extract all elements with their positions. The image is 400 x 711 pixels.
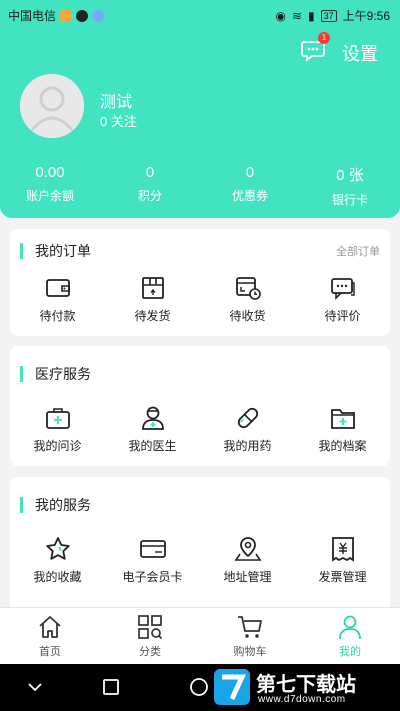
vip-card-icon (139, 540, 166, 558)
chevron-down-icon[interactable] (24, 676, 46, 698)
order-label: 待评价 (324, 309, 361, 323)
service-vip-card[interactable]: 电子会员卡 (105, 535, 200, 595)
pill-icon (237, 407, 258, 429)
watermark-url: www.d7down.com (258, 694, 346, 705)
tab-cart[interactable]: 购物车 (200, 608, 300, 664)
services-title: 我的服务 (35, 497, 91, 513)
orders-card: 我的订单 全部订单 待付款 待发货 待收货 待评价 (10, 229, 390, 336)
map-pin-icon (234, 537, 261, 561)
status-bar: 中国电信 ◉ ≋ ▮ 37 上午9:56 (0, 0, 400, 28)
stat-label: 账户余额 (25, 189, 74, 203)
medical-label: 我的用药 (223, 439, 272, 453)
stat-value: 0 张 (336, 167, 364, 184)
stat-value: 0 (145, 164, 155, 181)
message-badge: 1 (318, 32, 330, 44)
bottom-tab-bar: 首页 分类 购物车 我的 (0, 607, 400, 664)
account-stats: 0.00 账户余额 0 积分 0 优惠券 0 张 银行卡 (0, 164, 400, 208)
order-pending-shipment[interactable]: 待发货 (105, 274, 200, 334)
stat-label: 积分 (137, 189, 162, 203)
comment-icon (330, 278, 355, 300)
home-circle-icon[interactable] (188, 676, 210, 698)
recents-icon[interactable] (100, 676, 122, 698)
eye-icon: ◉ (275, 8, 286, 23)
title-accent-bar (20, 497, 23, 513)
service-my-favorites[interactable]: 我的收藏 (10, 535, 105, 595)
medical-my-doctor[interactable]: 我的医生 (105, 404, 200, 464)
title-accent-bar (20, 366, 23, 382)
tab-home[interactable]: 首页 (0, 608, 100, 664)
medical-my-records[interactable]: 我的档案 (295, 404, 390, 464)
wifi-icon: ≋ (291, 8, 303, 23)
carrier-label: 中国电信 (8, 9, 57, 23)
service-label: 我的收藏 (33, 570, 82, 584)
medical-label: 我的医生 (128, 439, 177, 453)
all-orders-link[interactable]: 全部订单 (336, 243, 380, 259)
tab-label: 我的 (339, 646, 361, 658)
service-invoice-management[interactable]: 发票管理 (295, 535, 390, 595)
tab-label: 分类 (139, 646, 161, 658)
stat-label: 银行卡 (331, 193, 368, 207)
watermark-name: 第七下载站 (256, 674, 356, 696)
tab-label: 购物车 (233, 646, 267, 658)
app-notification-icon (60, 9, 73, 22)
home-icon (39, 616, 61, 638)
username[interactable]: 测试 (100, 88, 132, 112)
package-icon (141, 277, 164, 299)
follow-count[interactable]: 0 关注 (100, 111, 137, 130)
order-pending-payment[interactable]: 待付款 (10, 274, 105, 334)
orders-title: 我的订单 (35, 243, 91, 259)
medical-my-medication[interactable]: 我的用药 (200, 404, 295, 464)
category-icon (138, 615, 163, 640)
user-avatar-icon (20, 74, 84, 138)
title-accent-bar (20, 243, 23, 259)
tab-mine[interactable]: 我的 (300, 608, 400, 664)
settings-button[interactable]: 设置 (342, 40, 378, 66)
medical-title-row: 医疗服务 (20, 364, 91, 384)
my-services-card: 我的服务 我的收藏 电子会员卡 地址管理 发票管理 (10, 477, 390, 617)
stat-coupons[interactable]: 0 优惠券 (200, 164, 300, 208)
signal-icon: ▮ (308, 8, 315, 23)
star-icon (45, 537, 70, 560)
stat-value: 0 (245, 164, 255, 181)
avatar[interactable] (20, 74, 84, 138)
medical-my-consultations[interactable]: 我的问诊 (10, 404, 105, 464)
service-address-management[interactable]: 地址管理 (200, 535, 295, 595)
medical-services-card: 医疗服务 我的问诊 我的医生 我的用药 我的档案 (10, 346, 390, 466)
order-label: 待付款 (39, 309, 76, 323)
order-label: 待收货 (229, 309, 266, 323)
service-label: 地址管理 (223, 570, 272, 584)
user-icon (339, 615, 361, 640)
watermark-logo (214, 669, 250, 705)
tab-category[interactable]: 分类 (100, 608, 200, 664)
stat-label: 优惠券 (231, 189, 268, 203)
clock: 上午9:56 (342, 9, 390, 23)
orders-title-row: 我的订单 (20, 241, 91, 261)
order-pending-review[interactable]: 待评价 (295, 274, 390, 334)
service-label: 发票管理 (318, 570, 367, 584)
medical-title: 医疗服务 (35, 366, 91, 382)
stat-points[interactable]: 0 积分 (100, 164, 200, 208)
messages-button[interactable]: 1 (300, 32, 330, 64)
order-label: 待发货 (134, 309, 171, 323)
cart-icon (238, 616, 262, 638)
stat-bank-cards[interactable]: 0 张 银行卡 (300, 164, 400, 208)
doctor-icon (141, 406, 164, 430)
medical-label: 我的档案 (318, 439, 367, 453)
service-label: 电子会员卡 (122, 570, 183, 584)
battery-indicator: 37 (320, 9, 337, 22)
services-title-row: 我的服务 (20, 495, 91, 515)
stat-balance[interactable]: 0.00 账户余额 (0, 164, 100, 208)
delivery-icon (235, 277, 261, 300)
order-pending-receipt[interactable]: 待收货 (200, 274, 295, 334)
stat-value: 0.00 (35, 164, 65, 181)
invoice-icon (331, 537, 354, 562)
tiktok-icon (76, 9, 89, 22)
music-icon (92, 9, 105, 22)
medical-label: 我的问诊 (33, 439, 82, 453)
folder-plus-icon (330, 409, 355, 429)
tab-label: 首页 (39, 646, 61, 658)
wallet-icon (45, 279, 70, 297)
profile-header: 1 设置 测试 0 关注 0.00 账户余额 0 积分 0 优惠券 0 张 银行… (0, 28, 400, 218)
medical-kit-icon (45, 408, 70, 429)
